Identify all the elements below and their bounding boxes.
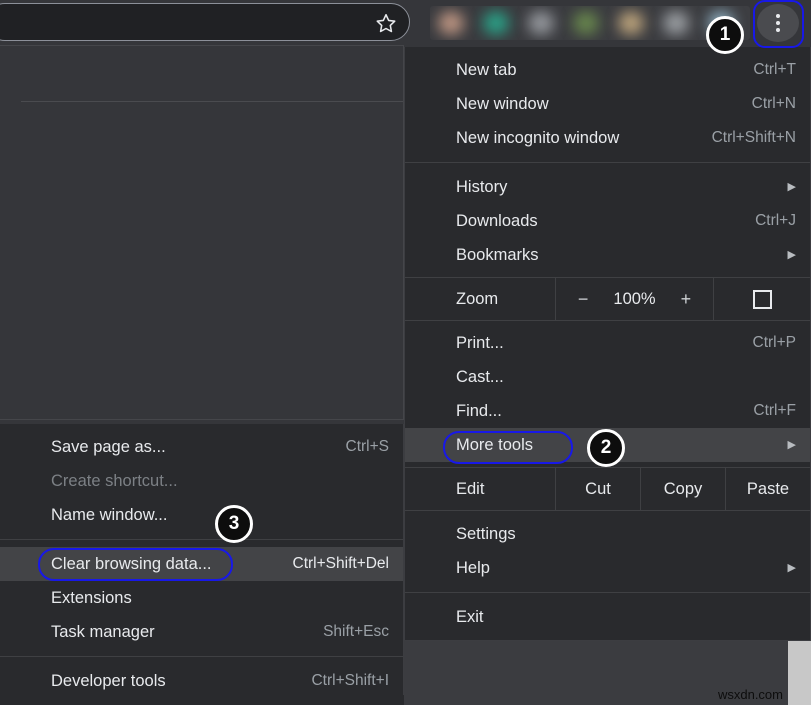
submenu-item-label: Name window... (51, 506, 167, 525)
submenu-item-label: Task manager (51, 623, 155, 642)
submenu-item-create-shortcut: Create shortcut... (0, 464, 403, 498)
extension-icon[interactable] (618, 11, 644, 35)
fullscreen-icon (753, 290, 772, 309)
zoom-out-button[interactable]: − (578, 289, 589, 310)
extension-icon[interactable] (528, 11, 554, 35)
menu-item-label: Settings (456, 525, 516, 544)
dot (776, 14, 780, 18)
menu-item-cast[interactable]: Cast... (405, 360, 810, 394)
chevron-right-icon: ▶ (788, 182, 796, 193)
submenu-item-clear-browsing-data[interactable]: Clear browsing data... Ctrl+Shift+Del (0, 547, 403, 581)
fullscreen-button[interactable] (714, 278, 810, 320)
submenu-item-developer-tools[interactable]: Developer tools Ctrl+Shift+I (0, 664, 403, 698)
omnibox-dropdown-panel (0, 45, 404, 420)
edit-label: Edit (405, 468, 555, 510)
edit-row: Edit Cut Copy Paste (405, 467, 810, 511)
menu-item-accelerator: Ctrl+F (753, 402, 796, 420)
submenu-item-task-manager[interactable]: Task manager Shift+Esc (0, 615, 403, 649)
menu-item-label: Help (456, 559, 490, 578)
chrome-main-menu: New tab Ctrl+T New window Ctrl+N New inc… (404, 47, 811, 641)
extension-icon[interactable] (573, 11, 599, 35)
submenu-item-label: Save page as... (51, 438, 166, 457)
menu-item-history[interactable]: History ▶ (405, 170, 810, 204)
submenu-item-accelerator: Ctrl+Shift+Del (293, 555, 389, 573)
three-dots-vertical-icon[interactable] (757, 4, 799, 42)
menu-item-accelerator: Ctrl+P (753, 334, 797, 352)
copy-button[interactable]: Copy (640, 468, 725, 510)
zoom-row: Zoom − 100% + (405, 277, 810, 321)
menu-item-label: New window (456, 95, 549, 114)
divider (21, 101, 403, 102)
menu-item-label: Downloads (456, 212, 538, 231)
menu-item-label: New incognito window (456, 129, 619, 148)
submenu-item-accelerator: Ctrl+S (346, 438, 390, 456)
divider (0, 539, 403, 540)
divider (405, 162, 810, 163)
menu-item-label: Find... (456, 402, 502, 421)
extension-icon[interactable] (663, 11, 689, 35)
divider (0, 656, 403, 657)
menu-item-label: Cast... (456, 368, 504, 387)
more-tools-submenu: Save page as... Ctrl+S Create shortcut..… (0, 424, 404, 705)
menu-item-label: Bookmarks (456, 246, 539, 265)
submenu-item-name-window[interactable]: Name window... (0, 498, 403, 532)
zoom-label: Zoom (405, 278, 555, 320)
cut-button[interactable]: Cut (555, 468, 640, 510)
menu-item-label: Print... (456, 334, 504, 353)
chevron-right-icon: ▶ (788, 563, 796, 574)
dot (776, 28, 780, 32)
menu-item-exit[interactable]: Exit (405, 600, 810, 634)
menu-item-find[interactable]: Find... Ctrl+F (405, 394, 810, 428)
menu-item-new-tab[interactable]: New tab Ctrl+T (405, 53, 810, 87)
submenu-item-label: Developer tools (51, 672, 166, 691)
menu-item-accelerator: Ctrl+N (752, 95, 796, 113)
vertical-scrollbar[interactable] (788, 641, 811, 705)
step-badge-3: 3 (215, 505, 253, 543)
step-badge-2: 2 (587, 429, 625, 467)
web-page-area: wsxdn.com (404, 641, 811, 705)
address-bar[interactable] (0, 3, 410, 41)
watermark: wsxdn.com (718, 687, 783, 702)
submenu-item-extensions[interactable]: Extensions (0, 581, 403, 615)
menu-item-accelerator: Ctrl+Shift+N (712, 129, 796, 147)
dot (776, 21, 780, 25)
paste-button[interactable]: Paste (725, 468, 810, 510)
screenshot-root: New tab Ctrl+T New window Ctrl+N New inc… (0, 0, 811, 705)
bookmark-star-icon[interactable] (375, 12, 397, 34)
browser-toolbar (0, 0, 811, 47)
submenu-item-accelerator: Shift+Esc (323, 623, 389, 641)
zoom-level-value: 100% (613, 290, 655, 309)
menu-item-new-incognito-window[interactable]: New incognito window Ctrl+Shift+N (405, 121, 810, 155)
extension-icon[interactable] (483, 11, 509, 35)
menu-item-print[interactable]: Print... Ctrl+P (405, 326, 810, 360)
menu-item-label: Exit (456, 608, 484, 627)
menu-item-accelerator: Ctrl+T (753, 61, 796, 79)
extension-icons-strip (430, 6, 750, 40)
menu-item-downloads[interactable]: Downloads Ctrl+J (405, 204, 810, 238)
submenu-item-label: Extensions (51, 589, 132, 608)
menu-item-label: New tab (456, 61, 517, 80)
menu-item-help[interactable]: Help ▶ (405, 551, 810, 585)
menu-item-settings[interactable]: Settings (405, 517, 810, 551)
step-badge-1: 1 (706, 16, 744, 54)
menu-item-accelerator: Ctrl+J (755, 212, 796, 230)
zoom-in-button[interactable]: + (681, 289, 692, 310)
menu-item-label: More tools (456, 436, 533, 455)
chevron-right-icon: ▶ (788, 440, 796, 451)
submenu-item-label: Clear browsing data... (51, 555, 212, 574)
chevron-right-icon: ▶ (788, 250, 796, 261)
submenu-bottom-fill (0, 695, 404, 705)
extension-icon[interactable] (438, 11, 464, 35)
submenu-item-accelerator: Ctrl+Shift+I (311, 672, 389, 690)
submenu-item-save-page-as[interactable]: Save page as... Ctrl+S (0, 430, 403, 464)
submenu-item-label: Create shortcut... (51, 472, 178, 491)
zoom-controls: − 100% + (555, 278, 714, 320)
menu-item-bookmarks[interactable]: Bookmarks ▶ (405, 238, 810, 272)
menu-item-label: History (456, 178, 507, 197)
menu-item-new-window[interactable]: New window Ctrl+N (405, 87, 810, 121)
divider (405, 592, 810, 593)
